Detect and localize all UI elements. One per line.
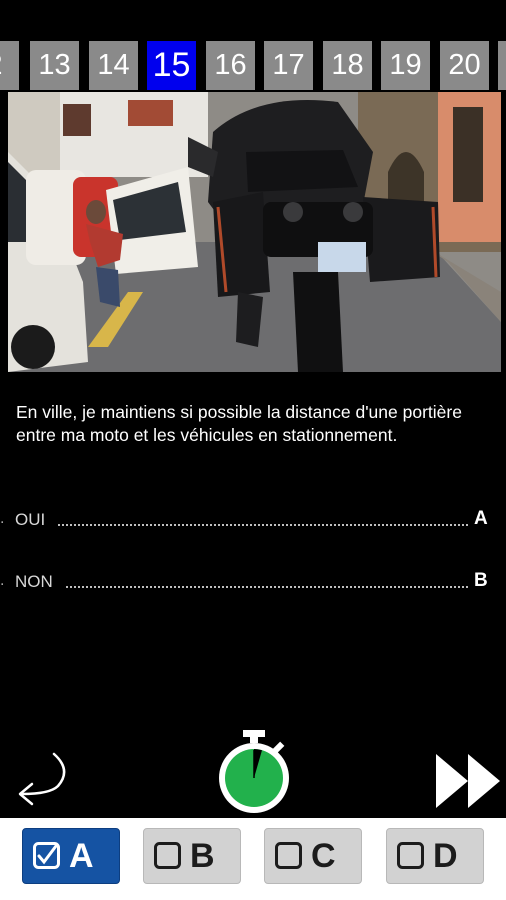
answer-button-c[interactable]: C	[264, 828, 362, 884]
question-number-next-partial[interactable]	[498, 41, 506, 90]
answer-option-b: . NON B	[0, 570, 506, 596]
answer-leader-dots	[58, 524, 468, 526]
question-text: En ville, je maintiens si possible la di…	[16, 402, 462, 445]
fast-forward-icon[interactable]	[434, 752, 502, 810]
answer-button-bar: A B C D	[0, 818, 506, 900]
checkbox-icon	[397, 842, 424, 869]
answer-letter-a: A	[474, 508, 488, 529]
question-number-16[interactable]: 16	[206, 41, 255, 90]
answer-button-label: C	[311, 837, 336, 875]
question-number-19[interactable]: 19	[381, 41, 430, 90]
answer-button-d[interactable]: D	[386, 828, 484, 884]
checkbox-icon	[154, 842, 181, 869]
answer-bullet: .	[0, 572, 5, 589]
question-number-18[interactable]: 18	[323, 41, 372, 90]
checked-checkbox-icon	[33, 842, 60, 869]
answer-letter-b: B	[474, 570, 488, 591]
stopwatch-icon	[216, 730, 292, 814]
answer-button-label: D	[433, 837, 458, 875]
answer-button-label: A	[69, 837, 94, 875]
checkbox-icon	[275, 842, 302, 869]
question-number-2[interactable]: 2	[0, 41, 19, 90]
question-number-20[interactable]: 20	[440, 41, 489, 90]
back-arrow-icon[interactable]	[8, 748, 72, 806]
answer-bullet: .	[0, 510, 5, 527]
answer-option-a: . OUI A	[0, 508, 506, 534]
answer-button-b[interactable]: B	[143, 828, 241, 884]
question-number-bar: 2 13 14 15 16 17 18 19 20	[0, 0, 506, 92]
answer-label-oui: OUI	[15, 510, 46, 529]
answer-label-non: NON	[15, 572, 53, 591]
answer-button-a[interactable]: A	[22, 828, 120, 884]
question-number-14[interactable]: 14	[89, 41, 138, 90]
answer-button-label: B	[190, 837, 215, 875]
answer-leader-dots	[66, 586, 468, 588]
question-number-13[interactable]: 13	[30, 41, 79, 90]
question-number-15-current[interactable]: 15	[147, 41, 196, 90]
question-number-17[interactable]: 17	[264, 41, 313, 90]
question-photo	[8, 92, 501, 372]
